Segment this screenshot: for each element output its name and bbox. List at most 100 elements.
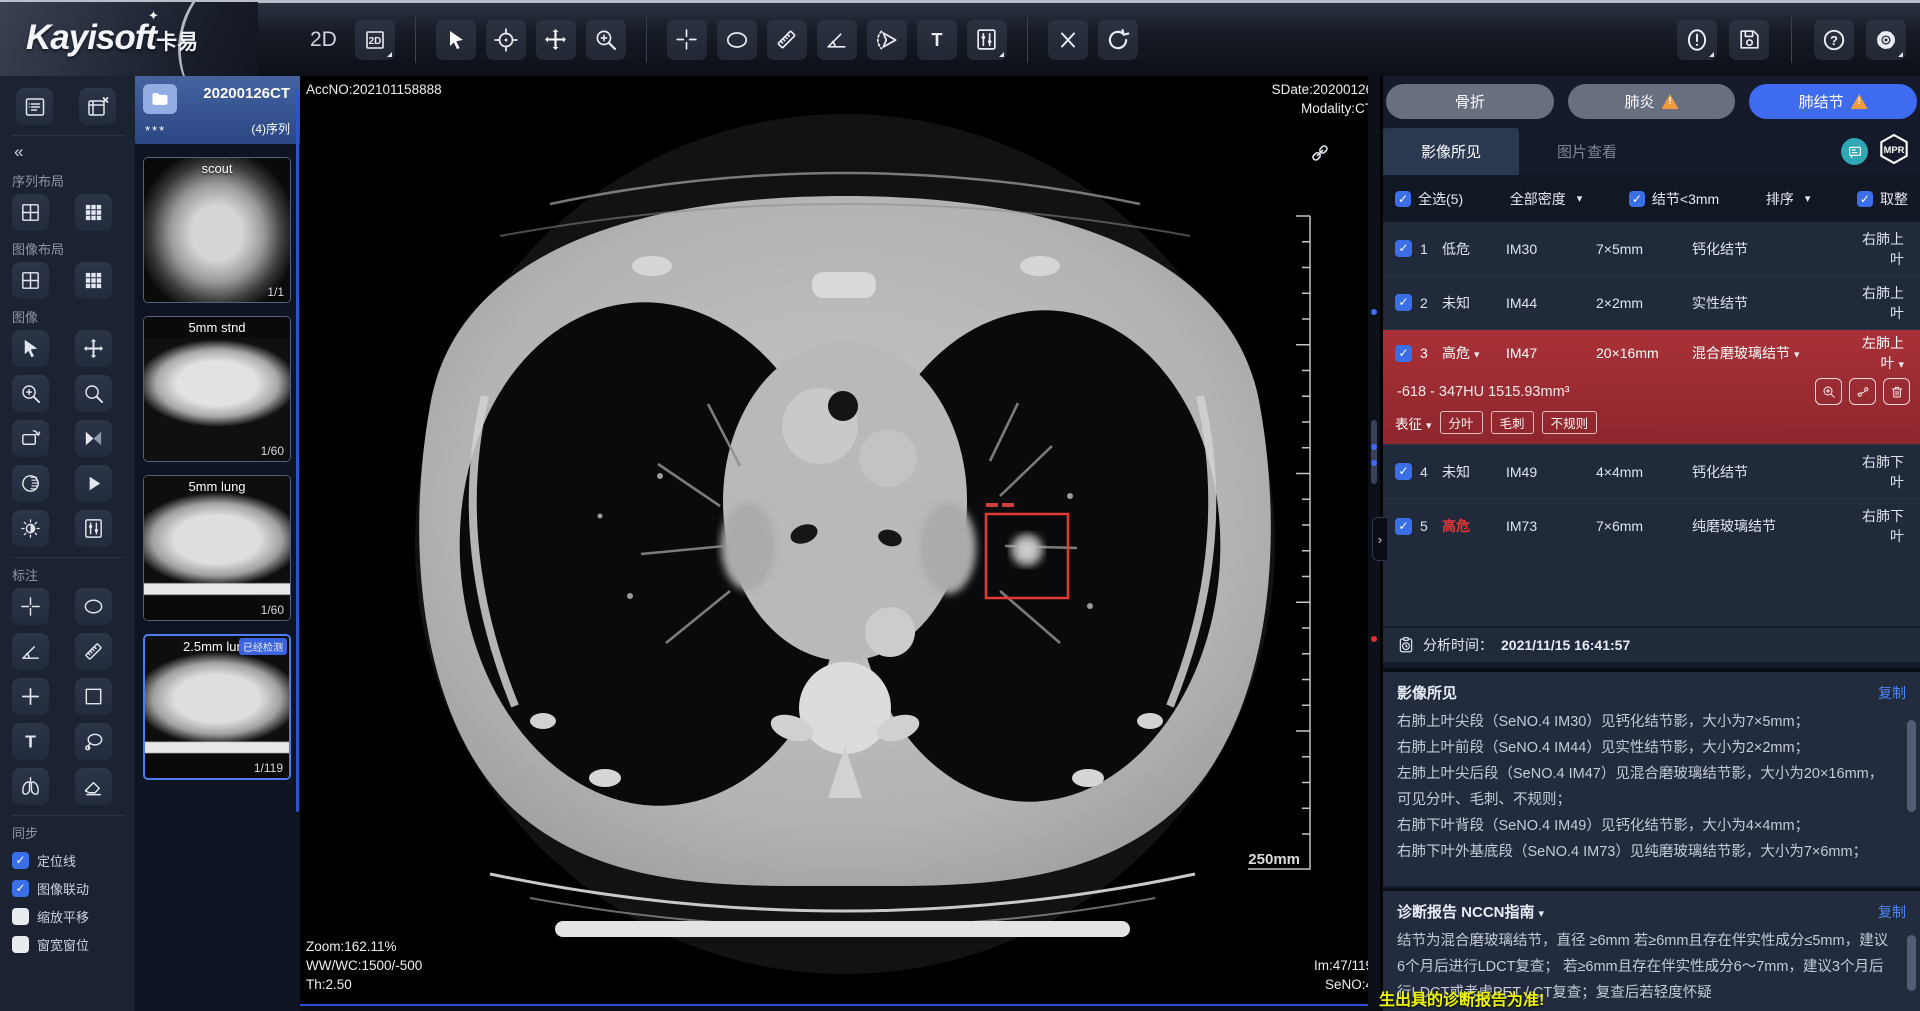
checkbox-checked-icon[interactable]	[1395, 345, 1412, 362]
nodule-location-dropdown[interactable]: 左肺上叶	[1850, 333, 1910, 373]
risk-level-dropdown[interactable]: 高危	[1442, 343, 1506, 363]
point-annotation-button[interactable]	[12, 588, 49, 625]
checkbox-checked-icon[interactable]	[1395, 463, 1412, 480]
delete-annotation-button[interactable]	[1048, 20, 1088, 60]
nodule-marker-dot[interactable]	[1371, 460, 1377, 466]
trait-dropdown[interactable]: 表征	[1395, 413, 1432, 433]
round-checkbox[interactable]: 取整	[1857, 189, 1908, 209]
pointer-tool-button[interactable]	[436, 20, 476, 60]
rotate-button[interactable]	[12, 420, 49, 457]
save-button[interactable]	[1729, 20, 1769, 60]
findings-scrollbar[interactable]	[1907, 720, 1916, 812]
checkbox-checked-icon[interactable]	[1395, 191, 1411, 207]
slice-scrollbar-thumb[interactable]	[1371, 420, 1377, 484]
series-thumbnail-2.5mm-lung[interactable]: 2.5mm lung 已经检测 1/119	[143, 634, 291, 780]
zoom-in-tool-button[interactable]	[586, 20, 626, 60]
nodule-row-4[interactable]: 4 未知 IM49 4×4mm 钙化结节 右肺下叶	[1383, 445, 1920, 499]
nodule-type-dropdown[interactable]: 混合磨玻璃结节	[1692, 343, 1850, 363]
checkbox-unchecked-icon[interactable]	[12, 908, 29, 925]
localizer-tool-button[interactable]	[486, 20, 526, 60]
ruler-annotation-button[interactable]	[75, 633, 112, 670]
image-layout-3x3-button[interactable]	[75, 262, 112, 299]
copy-findings-button[interactable]: 复制	[1878, 683, 1906, 703]
angle-tool-button[interactable]	[817, 20, 857, 60]
close-series-button[interactable]	[79, 88, 116, 125]
mpr-button[interactable]: MPR	[1878, 133, 1910, 170]
angle-annotation-button[interactable]	[12, 633, 49, 670]
plus-annotation-button[interactable]	[12, 678, 49, 715]
checkbox-checked-icon[interactable]	[12, 880, 29, 897]
sort-dropdown[interactable]: 排序	[1766, 189, 1811, 209]
ellipse-roi-button[interactable]	[717, 20, 757, 60]
trait-chip-irregular[interactable]: 不规则	[1542, 411, 1598, 434]
trait-chip-spiculation[interactable]: 毛刺	[1491, 411, 1534, 434]
checkbox-checked-icon[interactable]	[1395, 240, 1412, 257]
reset-button[interactable]	[1098, 20, 1138, 60]
nodule-row-1[interactable]: 1 低危 IM30 7×5mm 钙化结节 右肺上叶	[1383, 222, 1920, 276]
series-thumbnail-5mm-lung[interactable]: 5mm lung 1/60	[143, 475, 291, 621]
crosshair-tool-button[interactable]	[667, 20, 707, 60]
sync-wwwc-toggle[interactable]: 窗宽窗位	[12, 935, 125, 954]
trait-chip-lobulation[interactable]: 分叶	[1440, 411, 1483, 434]
select-tool-button[interactable]	[12, 330, 49, 367]
invert-button[interactable]	[12, 465, 49, 502]
tab-fracture[interactable]: 骨折	[1386, 84, 1554, 119]
zoom-to-nodule-button[interactable]	[1815, 378, 1842, 405]
report-title-dropdown[interactable]: 诊断报告 NCCN指南	[1397, 901, 1544, 922]
lung-detect-button[interactable]	[12, 768, 49, 805]
checkbox-checked-icon[interactable]	[1395, 518, 1412, 535]
tab-image-view[interactable]: 图片查看	[1519, 128, 1655, 175]
layout-2d-button[interactable]: 2D	[355, 20, 395, 60]
sync-zoom-pan-toggle[interactable]: 缩放平移	[12, 907, 125, 926]
series-thumbnail-scout[interactable]: scout 1/1	[143, 157, 291, 303]
delete-nodule-button[interactable]	[1883, 378, 1910, 405]
text-annotation-button[interactable]: T	[12, 723, 49, 760]
alert-button[interactable]	[1677, 20, 1717, 60]
magnify-button[interactable]	[75, 375, 112, 412]
eraser-button[interactable]	[75, 768, 112, 805]
brightness-button[interactable]	[12, 510, 49, 547]
compare-nodule-button[interactable]	[1849, 378, 1876, 405]
density-filter-dropdown[interactable]: 全部密度	[1510, 189, 1583, 209]
ct-viewport[interactable]: 250mm AccNO:202101158888 SDate:20200126 …	[300, 76, 1383, 1006]
checkbox-checked-icon[interactable]	[1629, 191, 1645, 207]
report-chat-button[interactable]	[1841, 138, 1868, 165]
callout-annotation-button[interactable]	[75, 723, 112, 760]
sync-image-link-toggle[interactable]: 图像联动	[12, 879, 125, 898]
link-icon[interactable]	[1309, 142, 1331, 169]
nodule-row-2[interactable]: 2 未知 IM44 2×2mm 实性结节 右肺上叶	[1383, 276, 1920, 330]
pan-tool-button[interactable]	[536, 20, 576, 60]
tab-pneumonia[interactable]: 肺炎	[1568, 84, 1736, 119]
checkbox-checked-icon[interactable]	[1857, 191, 1873, 207]
wwwc-preset-button[interactable]	[75, 510, 112, 547]
help-button[interactable]: ?	[1814, 20, 1854, 60]
nodule-marker-dot[interactable]	[1371, 444, 1377, 450]
flip-button[interactable]	[75, 420, 112, 457]
text-annotation-button[interactable]: T	[917, 20, 957, 60]
study-folder-button[interactable]	[143, 84, 177, 114]
cine-play-button[interactable]	[75, 465, 112, 502]
select-all-checkbox[interactable]: 全选(5)	[1395, 189, 1463, 209]
collapse-sidebar-button[interactable]: «	[12, 136, 125, 164]
current-slice-marker-dot[interactable]	[1371, 636, 1377, 642]
settings-button[interactable]	[1866, 20, 1906, 60]
panel-expander-handle[interactable]: ›	[1372, 517, 1387, 561]
series-thumbnail-5mm-stnd[interactable]: 5mm stnd 1/60	[143, 316, 291, 462]
report-scrollbar[interactable]	[1907, 935, 1916, 991]
series-layout-2x2-button[interactable]	[12, 194, 49, 231]
checkbox-checked-icon[interactable]	[12, 852, 29, 869]
copy-report-button[interactable]: 复制	[1878, 902, 1906, 922]
zoom-image-button[interactable]	[12, 375, 49, 412]
tab-findings[interactable]: 影像所见	[1383, 128, 1519, 175]
pan-image-button[interactable]	[75, 330, 112, 367]
cobb-angle-button[interactable]	[867, 20, 907, 60]
checkbox-unchecked-icon[interactable]	[12, 936, 29, 953]
report-panel-button[interactable]	[16, 88, 53, 125]
nodule-marker-dot[interactable]	[1371, 309, 1377, 315]
image-layout-2x2-button[interactable]	[12, 262, 49, 299]
rectangle-annotation-button[interactable]	[75, 678, 112, 715]
ct-canvas[interactable]: 250mm	[300, 76, 1383, 1004]
series-layout-3x3-button[interactable]	[75, 194, 112, 231]
nodule-row-3-selected[interactable]: 3 高危 IM47 20×16mm 混合磨玻璃结节 左肺上叶 -618 - 34…	[1383, 330, 1920, 445]
small-nodule-checkbox[interactable]: 结节<3mm	[1629, 189, 1719, 209]
